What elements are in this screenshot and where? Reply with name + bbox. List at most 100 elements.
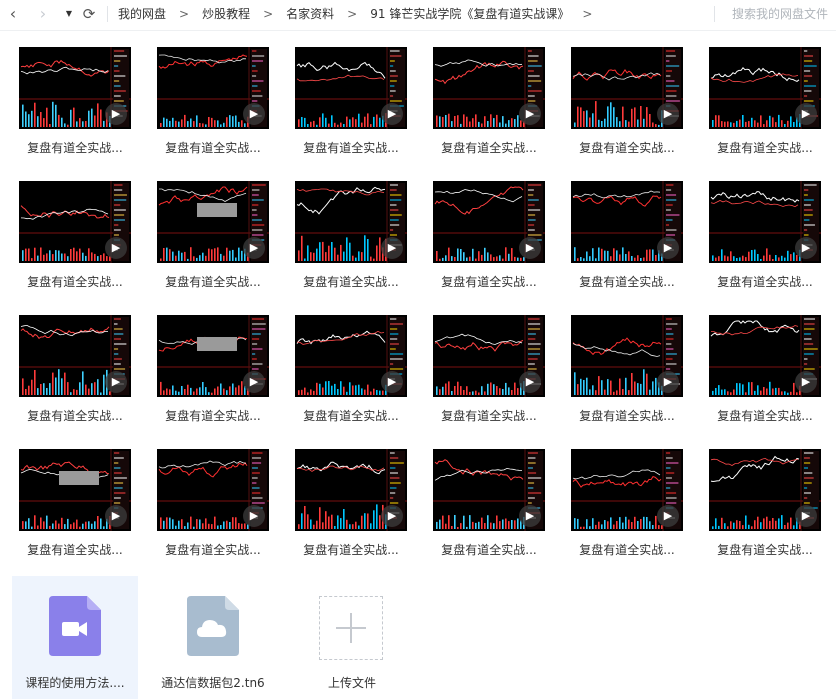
upload-file-button[interactable]: 上传文件 xyxy=(289,576,415,699)
play-icon[interactable]: ▶ xyxy=(381,371,403,393)
play-icon[interactable]: ▶ xyxy=(795,371,817,393)
video-label: 复盘有道全实战... xyxy=(303,543,399,557)
video-thumbnail: ▶ xyxy=(433,449,545,531)
video-thumbnail: ▶ xyxy=(19,181,131,263)
video-label: 复盘有道全实战... xyxy=(717,275,813,289)
play-icon[interactable]: ▶ xyxy=(243,371,265,393)
play-icon[interactable]: ▶ xyxy=(381,237,403,259)
video-item[interactable]: ▶ 复盘有道全实战... xyxy=(565,303,685,427)
video-item[interactable]: ▶ 复盘有道全实战... xyxy=(703,169,823,293)
play-icon[interactable]: ▶ xyxy=(381,103,403,125)
video-label: 复盘有道全实战... xyxy=(441,141,537,155)
video-item[interactable]: ▶ 复盘有道全实战... xyxy=(151,35,271,159)
play-icon[interactable]: ▶ xyxy=(519,103,541,125)
video-item[interactable]: ▶ 复盘有道全实战... xyxy=(289,303,409,427)
video-thumbnail: ▶ xyxy=(295,47,407,129)
video-item[interactable]: ▶ 复盘有道全实战... xyxy=(289,169,409,293)
video-thumbnail: ▶ xyxy=(709,449,821,531)
video-label: 复盘有道全实战... xyxy=(717,141,813,155)
video-label: 复盘有道全实战... xyxy=(579,275,675,289)
video-item[interactable]: ▶ 复盘有道全实战... xyxy=(151,437,271,561)
video-label: 复盘有道全实战... xyxy=(165,141,261,155)
video-label: 复盘有道全实战... xyxy=(165,543,261,557)
play-icon[interactable]: ▶ xyxy=(657,505,679,527)
video-item[interactable]: ▶ 复盘有道全实战... xyxy=(289,437,409,561)
play-icon[interactable]: ▶ xyxy=(795,505,817,527)
search-input[interactable]: 搜索我的网盘文件 xyxy=(732,0,828,30)
video-label: 复盘有道全实战... xyxy=(717,409,813,423)
video-label: 复盘有道全实战... xyxy=(27,141,123,155)
video-label: 复盘有道全实战... xyxy=(165,409,261,423)
video-item[interactable]: ▶ 复盘有道全实战... xyxy=(703,303,823,427)
play-icon[interactable]: ▶ xyxy=(381,505,403,527)
play-icon[interactable]: ▶ xyxy=(105,505,127,527)
breadcrumb-expand-arrow[interactable]: > xyxy=(582,0,592,29)
video-thumbnail: ▶ xyxy=(295,181,407,263)
video-thumbnail: ▶ xyxy=(433,47,545,129)
file-label: 通达信数据包2.tn6 xyxy=(161,676,265,690)
play-icon[interactable]: ▶ xyxy=(243,505,265,527)
play-icon[interactable]: ▶ xyxy=(519,505,541,527)
breadcrumb-item-stock-tutorials[interactable]: 炒股教程 xyxy=(202,0,250,29)
breadcrumb-item-current-folder[interactable]: 91 锋芒实战学院《复盘有道实战课》 xyxy=(370,0,569,29)
back-arrow-icon[interactable]: ‹ xyxy=(4,5,22,23)
video-label: 复盘有道全实战... xyxy=(579,409,675,423)
toolbar-divider xyxy=(714,6,715,22)
video-item[interactable]: ▶ 复盘有道全实战... xyxy=(151,303,271,427)
play-icon[interactable]: ▶ xyxy=(657,237,679,259)
video-item[interactable]: ▶ 复盘有道全实战... xyxy=(703,437,823,561)
cloud-file-icon xyxy=(187,596,239,656)
video-item[interactable]: ▶ 复盘有道全实战... xyxy=(289,35,409,159)
forward-arrow-icon[interactable]: › xyxy=(34,5,52,23)
breadcrumb: 我的网盘 > 炒股教程 > 名家资料 >91 锋芒实战学院《复盘有道实战课》 > xyxy=(118,0,605,30)
video-item[interactable]: ▶ 复盘有道全实战... xyxy=(13,303,133,427)
video-item[interactable]: ▶ 复盘有道全实战... xyxy=(565,169,685,293)
toolbar-divider xyxy=(107,6,108,22)
plus-icon xyxy=(319,596,383,660)
video-thumbnail: ▶ xyxy=(19,315,131,397)
video-item[interactable]: ▶ 复盘有道全实战... xyxy=(151,169,271,293)
video-thumbnail: ▶ xyxy=(19,47,131,129)
video-label: 复盘有道全实战... xyxy=(717,543,813,557)
video-item[interactable]: ▶ 复盘有道全实战... xyxy=(427,303,547,427)
file-item-tdx-data[interactable]: 通达信数据包2.tn6 xyxy=(150,576,276,699)
video-thumbnail: ▶ xyxy=(571,449,683,531)
video-thumbnail: ▶ xyxy=(571,181,683,263)
video-thumbnail: ▶ xyxy=(571,315,683,397)
video-thumbnail: ▶ xyxy=(295,315,407,397)
breadcrumb-separator: > xyxy=(347,7,358,21)
play-icon[interactable]: ▶ xyxy=(243,237,265,259)
video-thumbnail: ▶ xyxy=(157,315,269,397)
play-icon[interactable]: ▶ xyxy=(105,103,127,125)
video-item[interactable]: ▶ 复盘有道全实战... xyxy=(13,35,133,159)
video-item[interactable]: ▶ 复盘有道全实战... xyxy=(703,35,823,159)
play-icon[interactable]: ▶ xyxy=(795,237,817,259)
play-icon[interactable]: ▶ xyxy=(105,371,127,393)
video-item[interactable]: ▶ 复盘有道全实战... xyxy=(427,35,547,159)
video-thumbnail: ▶ xyxy=(157,47,269,129)
history-dropdown-icon[interactable]: ▼ xyxy=(60,5,78,23)
video-item[interactable]: ▶ 复盘有道全实战... xyxy=(565,35,685,159)
play-icon[interactable]: ▶ xyxy=(657,371,679,393)
refresh-icon[interactable]: ⟳ xyxy=(80,5,98,23)
video-item[interactable]: ▶ 复盘有道全实战... xyxy=(13,169,133,293)
video-item[interactable]: ▶ 复盘有道全实战... xyxy=(565,437,685,561)
play-icon[interactable]: ▶ xyxy=(795,103,817,125)
breadcrumb-item-my-drive[interactable]: 我的网盘 xyxy=(118,0,166,29)
video-thumbnail: ▶ xyxy=(571,47,683,129)
breadcrumb-item-expert-materials[interactable]: 名家资料 xyxy=(286,0,334,29)
video-label: 复盘有道全实战... xyxy=(27,275,123,289)
video-label: 复盘有道全实战... xyxy=(303,275,399,289)
file-item-course-guide[interactable]: 课程的使用方法.... xyxy=(12,576,138,699)
video-item[interactable]: ▶ 复盘有道全实战... xyxy=(427,437,547,561)
play-icon[interactable]: ▶ xyxy=(519,237,541,259)
play-icon[interactable]: ▶ xyxy=(519,371,541,393)
video-label: 复盘有道全实战... xyxy=(27,409,123,423)
play-icon[interactable]: ▶ xyxy=(657,103,679,125)
video-label: 复盘有道全实战... xyxy=(579,141,675,155)
upload-label: 上传文件 xyxy=(327,676,376,690)
video-item[interactable]: ▶ 复盘有道全实战... xyxy=(427,169,547,293)
play-icon[interactable]: ▶ xyxy=(243,103,265,125)
play-icon[interactable]: ▶ xyxy=(105,237,127,259)
video-item[interactable]: ▶ 复盘有道全实战... xyxy=(13,437,133,561)
